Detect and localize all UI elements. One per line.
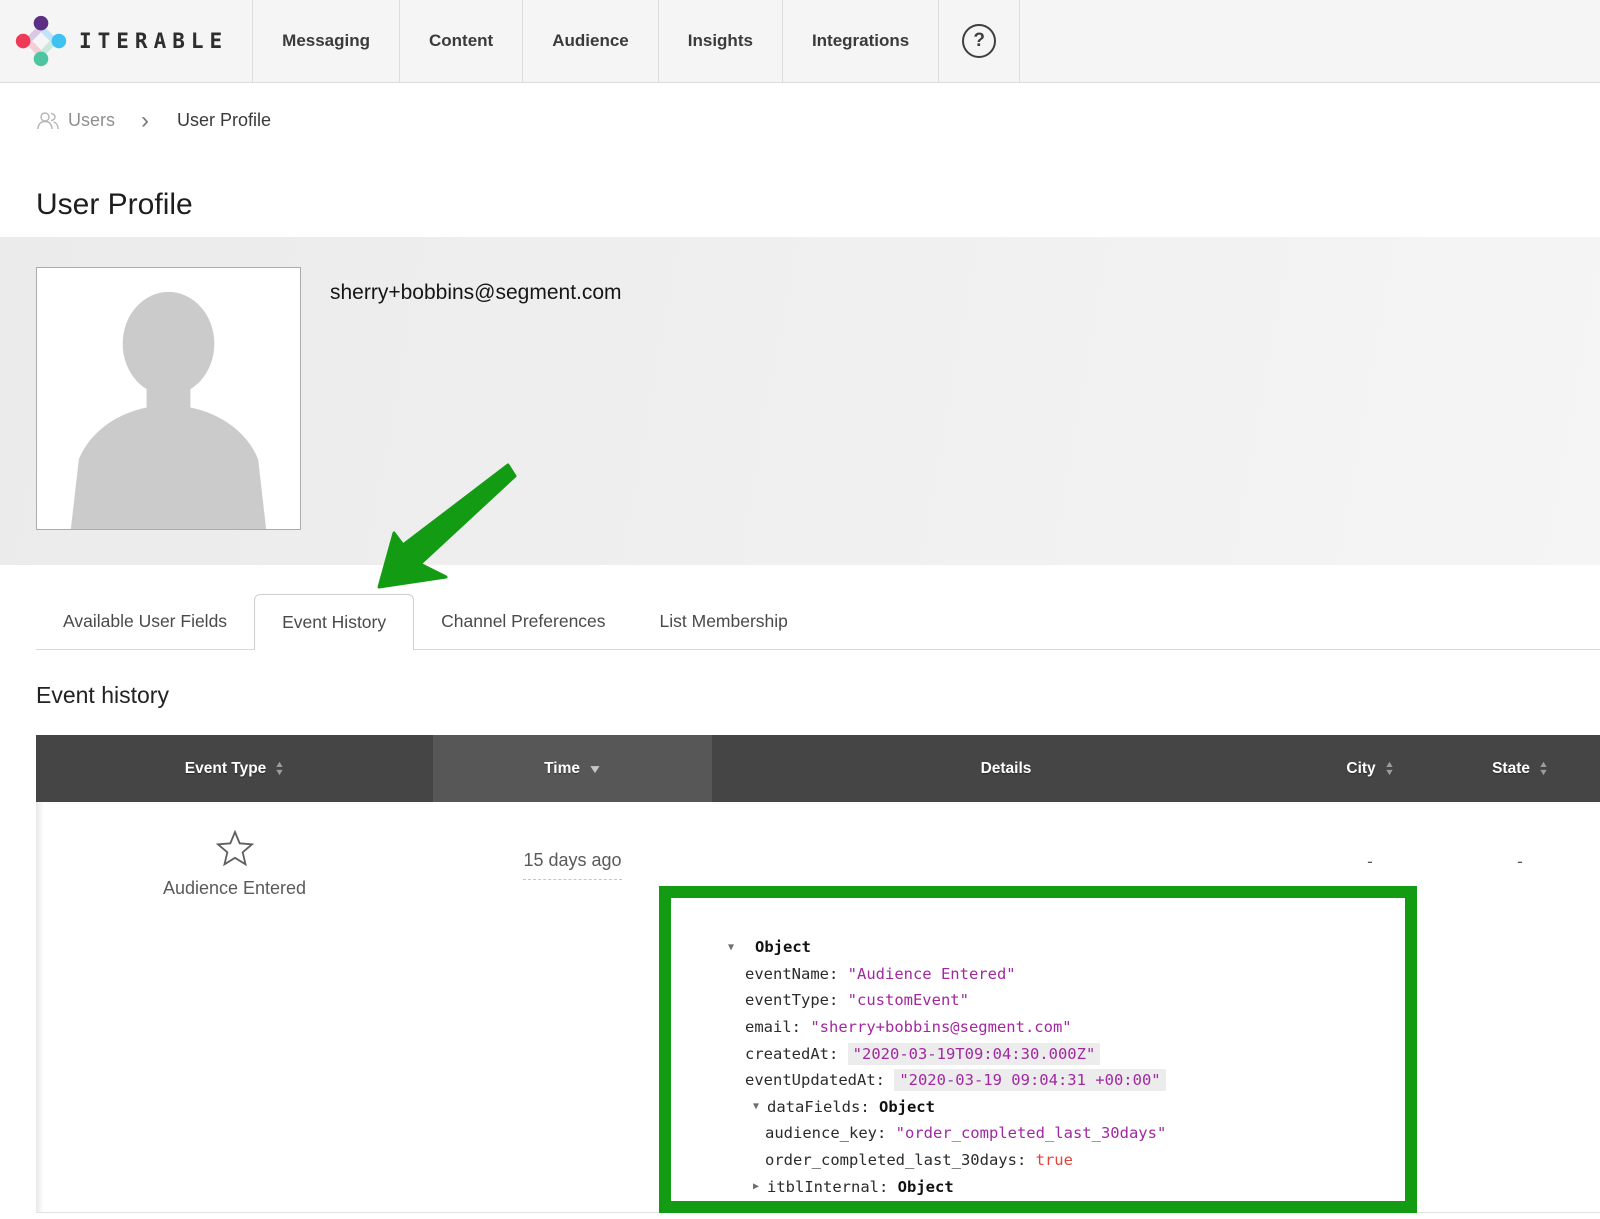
- nav-item-messaging[interactable]: Messaging: [252, 0, 399, 82]
- nav-item-insights[interactable]: Insights: [658, 0, 782, 82]
- json-line: ▼Object: [728, 934, 1395, 961]
- json-value: Object: [898, 1178, 954, 1196]
- json-key: email:: [745, 1018, 810, 1036]
- annotation-highlight-box: ▼ObjecteventName: "Audience Entered"even…: [659, 886, 1417, 1213]
- avatar-placeholder-icon: [37, 270, 300, 529]
- json-value: "customEvent": [848, 991, 969, 1009]
- column-header-details[interactable]: Details: [712, 735, 1300, 802]
- section-heading: Event history: [36, 682, 169, 709]
- brand-home-link[interactable]: ITERABLE: [0, 0, 252, 82]
- json-line: order_completed_last_30days: true: [728, 1147, 1395, 1174]
- nav-item-content[interactable]: Content: [399, 0, 522, 82]
- json-value: "Audience Entered": [848, 965, 1016, 983]
- tab-channel-preferences[interactable]: Channel Preferences: [414, 594, 632, 649]
- sort-desc-icon: ▼: [1538, 769, 1549, 777]
- column-header-state[interactable]: State ▲ ▼: [1440, 735, 1600, 802]
- star-icon[interactable]: [215, 829, 255, 869]
- help-icon: ?: [962, 24, 996, 58]
- tab-available-user-fields[interactable]: Available User Fields: [36, 594, 254, 649]
- json-line: eventType: "customEvent": [728, 987, 1395, 1014]
- json-line: audience_key: "order_completed_last_30da…: [728, 1120, 1395, 1147]
- json-line: createdAt: "2020-03-19T09:04:30.000Z": [728, 1040, 1395, 1067]
- sort-icon: ▲ ▼: [1538, 761, 1549, 776]
- json-key: eventUpdatedAt:: [745, 1071, 894, 1089]
- avatar: [36, 267, 301, 530]
- column-label: State: [1492, 760, 1530, 778]
- tab-list-membership[interactable]: List Membership: [633, 594, 815, 649]
- relative-time[interactable]: 15 days ago: [523, 850, 621, 880]
- json-value: "order_completed_last_30days": [896, 1124, 1167, 1142]
- breadcrumb-separator: ›: [141, 112, 149, 130]
- json-line: eventUpdatedAt: "2020-03-19 09:04:31 +00…: [728, 1067, 1395, 1094]
- profile-tabs: Available User Fields Event History Chan…: [36, 594, 1600, 650]
- nav-item-integrations[interactable]: Integrations: [782, 0, 938, 82]
- json-key: createdAt:: [745, 1045, 848, 1063]
- json-value: Object: [879, 1098, 935, 1116]
- column-label: Details: [981, 760, 1032, 778]
- json-key: audience_key:: [765, 1124, 896, 1142]
- breadcrumb-current: User Profile: [177, 110, 271, 131]
- column-label: Event Type: [185, 760, 267, 778]
- user-profile-page: ITERABLE Messaging Content Audience Insi…: [0, 0, 1600, 1219]
- json-key: eventType:: [745, 991, 848, 1009]
- tab-event-history[interactable]: Event History: [254, 594, 414, 650]
- json-value: "sherry+bobbins@segment.com": [810, 1018, 1071, 1036]
- column-label: Time: [544, 760, 580, 778]
- json-line: email: "sherry+bobbins@segment.com": [728, 1014, 1395, 1041]
- json-line: ▼dataFields: Object: [728, 1094, 1395, 1121]
- profile-email: sherry+bobbins@segment.com: [330, 281, 622, 305]
- column-label: City: [1346, 760, 1375, 778]
- json-tree: ▼ObjecteventName: "Audience Entered"even…: [671, 898, 1405, 1200]
- breadcrumb-users-link[interactable]: Users: [36, 110, 115, 131]
- event-type-label: Audience Entered: [163, 878, 306, 899]
- nav-item-audience[interactable]: Audience: [522, 0, 658, 82]
- help-button[interactable]: ?: [938, 0, 1020, 82]
- column-header-city[interactable]: City ▲ ▼: [1300, 735, 1440, 802]
- json-value: true: [1036, 1151, 1073, 1169]
- json-key: eventName:: [745, 965, 848, 983]
- json-value: "2020-03-19 09:04:31 +00:00": [894, 1069, 1165, 1091]
- json-value: "2020-03-19T09:04:30.000Z": [848, 1043, 1101, 1065]
- json-value: Object: [755, 938, 811, 956]
- sort-desc-icon: ▼: [1384, 769, 1395, 777]
- column-header-event-type[interactable]: Event Type ▲ ▼: [36, 735, 433, 802]
- sort-icon: ▲ ▼: [1384, 761, 1395, 776]
- json-key: dataFields:: [767, 1098, 879, 1116]
- sort-desc-icon: ▼: [274, 769, 285, 777]
- breadcrumb: Users › User Profile: [36, 110, 271, 131]
- json-key: itblInternal:: [767, 1178, 898, 1196]
- column-header-time[interactable]: Time ▼: [433, 735, 712, 802]
- top-nav: ITERABLE Messaging Content Audience Insi…: [0, 0, 1600, 83]
- tree-expanded-icon[interactable]: ▼: [728, 942, 755, 953]
- json-key: order_completed_last_30days:: [765, 1151, 1036, 1169]
- tree-collapsed-icon[interactable]: ▶: [753, 1181, 767, 1192]
- tree-expanded-icon[interactable]: ▼: [753, 1101, 767, 1112]
- help-glyph: ?: [973, 30, 985, 52]
- iterable-logo-icon: [15, 15, 67, 67]
- state-cell: -: [1440, 802, 1600, 1212]
- json-line: ▶itblInternal: Object: [728, 1173, 1395, 1200]
- event-type-cell: Audience Entered: [36, 802, 433, 1212]
- page-title: User Profile: [36, 188, 193, 222]
- breadcrumb-root-label: Users: [68, 110, 115, 131]
- sort-desc-active-icon: ▼: [587, 762, 602, 776]
- json-line: eventName: "Audience Entered": [728, 961, 1395, 988]
- table-header: Event Type ▲ ▼ Time ▼ Details City ▲ ▼: [36, 735, 1600, 802]
- sort-icon: ▲ ▼: [274, 761, 285, 776]
- brand-wordmark: ITERABLE: [79, 29, 228, 53]
- profile-header-band: sherry+bobbins@segment.com: [0, 237, 1600, 565]
- users-icon: [36, 111, 60, 130]
